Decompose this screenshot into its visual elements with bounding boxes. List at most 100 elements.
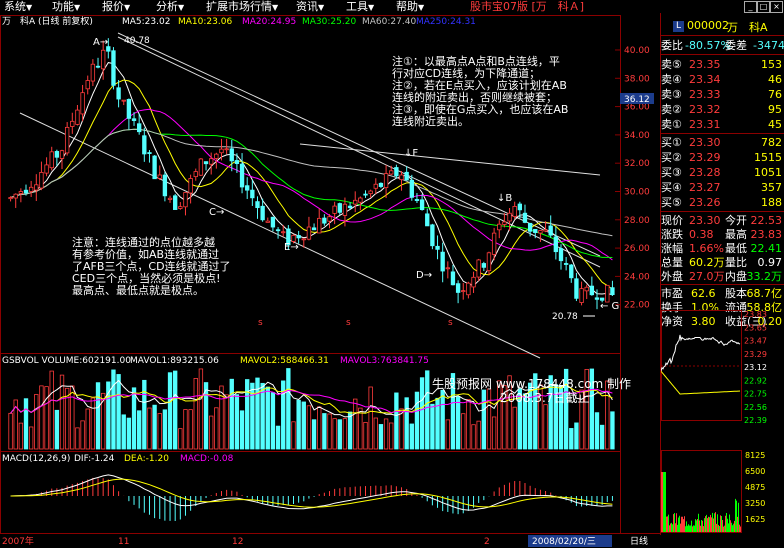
volume-bar xyxy=(116,374,121,450)
candle-body xyxy=(327,216,332,222)
volume-bar xyxy=(131,387,137,450)
volume-bar xyxy=(183,409,188,450)
volume-bar xyxy=(322,413,327,450)
info-row: 市盈 62.6 股本 68.7亿 xyxy=(661,287,782,300)
intraday-tick-label: 23.29 xyxy=(744,350,767,359)
intraday-tick-label: 22.39 xyxy=(744,416,767,425)
low-price-label: 20.78 xyxy=(552,312,578,322)
menu-system[interactable]: 系统▼ xyxy=(4,0,32,14)
buy-row[interactable]: 买② 23.29 1515 xyxy=(661,150,784,165)
volume-bar xyxy=(358,407,363,450)
signal-marker: s xyxy=(346,318,351,328)
svg-text:注意：连线通过的点位越多越: 注意：连线通过的点位越多越 xyxy=(72,235,215,249)
buy-row[interactable]: 买⑤ 23.26 188 xyxy=(661,195,784,210)
mavol3-label: MAVOL3:763841.75 xyxy=(340,356,429,366)
price-tick-label: 32.00 xyxy=(624,159,650,169)
mini-intraday-chart[interactable]: 23.83 23.65 23.47 23.29 23.12 22.92 22.75 22.56… xyxy=(661,310,784,535)
candle-body xyxy=(507,212,512,222)
volume-bar xyxy=(95,382,101,450)
volume-bar xyxy=(599,424,605,450)
candle-body xyxy=(260,205,265,221)
menu-function[interactable]: 功能▼ xyxy=(52,0,80,14)
candle-body xyxy=(229,148,234,162)
volume-bar xyxy=(80,420,85,450)
volume-bar xyxy=(137,410,142,450)
volume-bar xyxy=(152,404,157,450)
close-button[interactable]: × xyxy=(770,1,783,13)
candle-body xyxy=(157,174,162,179)
volume-bar xyxy=(363,421,368,450)
menu-tools[interactable]: 工具▼ xyxy=(346,0,374,14)
volume-bar xyxy=(193,378,198,450)
candle-body xyxy=(435,245,440,250)
ma20-label: MA20:24.95 xyxy=(242,17,296,27)
candle-body xyxy=(183,192,188,208)
volume-bar xyxy=(270,392,276,450)
sell-row[interactable]: 卖② 23.32 95 xyxy=(661,102,784,117)
price-tick-label: 24.00 xyxy=(624,272,650,282)
svg-text:最高点、最低点就是极点。: 最高点、最低点就是极点。 xyxy=(72,283,204,297)
candle-body xyxy=(491,232,497,255)
svg-text:11: 11 xyxy=(118,537,129,547)
chart-canvas[interactable]: 万 科A (日线 前复权) MA5:23.02 MA10:23.06 MA20:… xyxy=(0,13,661,548)
intraday-vol-tick: 4875 xyxy=(745,483,765,492)
sell-row[interactable]: 卖③ 23.33 76 xyxy=(661,87,784,102)
volume-bar xyxy=(162,409,168,450)
intraday-price-line xyxy=(661,334,741,372)
buy-row[interactable]: 买③ 23.28 1051 xyxy=(661,165,784,180)
candle-body xyxy=(589,285,595,296)
candle-body xyxy=(373,183,378,189)
menu-extended-market[interactable]: 扩展市场行情▼ xyxy=(206,0,278,14)
intraday-vol-tick: 8125 xyxy=(745,451,765,460)
candle-body xyxy=(389,170,394,175)
minimize-button[interactable]: _ xyxy=(744,1,757,13)
volume-bar xyxy=(466,399,471,450)
maximize-button[interactable]: □ xyxy=(757,1,770,13)
volume-bar xyxy=(85,408,90,450)
candle-body xyxy=(100,49,106,70)
candle-body xyxy=(250,189,255,199)
candle-body xyxy=(18,191,24,194)
volume-bar xyxy=(121,414,126,450)
volume-bar xyxy=(476,420,481,450)
volume-bar xyxy=(440,389,445,450)
candle-body xyxy=(193,171,198,178)
candle-body xyxy=(64,126,70,154)
date-axis: 2007年 11 12 2 xyxy=(2,535,490,547)
sell-row[interactable]: 卖⑤ 23.35 153 xyxy=(661,57,784,72)
volume-bar xyxy=(399,408,404,450)
sell-row[interactable]: 卖① 23.31 45 xyxy=(661,117,784,132)
candle-body xyxy=(54,151,60,158)
candle-body xyxy=(90,63,96,82)
svg-text:2: 2 xyxy=(484,537,490,547)
buy-row[interactable]: 买④ 23.27 357 xyxy=(661,180,784,195)
candle-body xyxy=(70,120,75,127)
candle-body xyxy=(527,222,533,232)
volume-bar xyxy=(18,422,24,450)
volume-bar xyxy=(368,386,373,450)
candle-body xyxy=(476,259,481,278)
period-label[interactable]: 日线 xyxy=(630,535,648,547)
side-sep xyxy=(661,284,784,285)
volume-bar xyxy=(90,397,96,450)
volume-bar xyxy=(209,415,214,450)
candle-body xyxy=(579,288,584,303)
menu-news[interactable]: 资讯▼ xyxy=(296,0,324,14)
candle-body xyxy=(481,263,486,268)
candle-body xyxy=(533,228,538,233)
macd-label: MACD:-0.08 xyxy=(180,454,234,464)
signal-marker: s xyxy=(448,318,453,328)
candle-body xyxy=(497,223,502,231)
menu-help[interactable]: 帮助▼ xyxy=(396,0,424,14)
volume-bar xyxy=(275,425,281,450)
point-b-label: ↓B xyxy=(497,193,512,204)
sell-row[interactable]: 卖④ 23.34 46 xyxy=(661,72,784,87)
candle-body xyxy=(111,50,116,86)
intraday-tick-label: 23.47 xyxy=(744,337,767,346)
menu-analysis[interactable]: 分析▼ xyxy=(156,0,184,14)
candle-body xyxy=(34,184,39,191)
candle-body xyxy=(265,220,270,223)
buy-row[interactable]: 买① 23.30 782 xyxy=(661,135,784,150)
menu-quote[interactable]: 报价▼ xyxy=(102,0,130,14)
volume-bar xyxy=(404,397,409,450)
